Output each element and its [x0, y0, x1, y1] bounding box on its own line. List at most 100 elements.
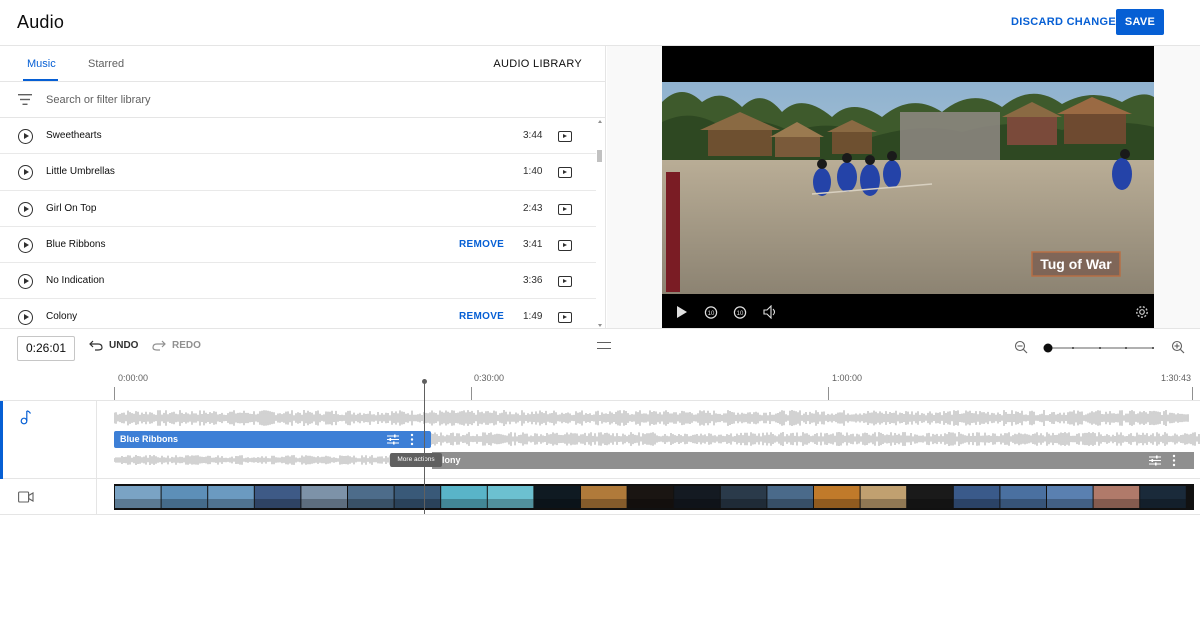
track-list: Sweethearts 3:44 Little Umbrellas 1:40 G… [0, 118, 596, 328]
track-name: Colony [46, 311, 78, 323]
svg-text:10: 10 [708, 311, 715, 317]
open-video-icon[interactable] [558, 276, 572, 288]
adjust-icon[interactable] [1148, 455, 1162, 466]
redo-icon [152, 340, 166, 351]
video-player[interactable]: Tug of War 10 10 [662, 46, 1154, 328]
scroll-down-arrow-icon[interactable] [598, 324, 602, 327]
svg-text:10: 10 [737, 311, 744, 317]
tab-starred[interactable]: Starred [88, 58, 124, 70]
save-button[interactable]: SAVE [1116, 9, 1164, 35]
ruler-tick [114, 387, 115, 400]
track-duration: 3:41 [523, 238, 543, 250]
library-search-row [0, 82, 605, 118]
track-name: Little Umbrellas [46, 166, 115, 178]
ruler-tick-label: 0:30:00 [474, 373, 505, 383]
active-tab-indicator [23, 79, 58, 81]
more-vert-icon[interactable] [410, 433, 414, 446]
video-track-header [0, 479, 97, 515]
rewind-10-icon[interactable]: 10 [704, 305, 718, 319]
gear-icon[interactable] [1135, 305, 1149, 319]
track-name: Sweethearts [46, 130, 102, 141]
video-frame-image: Tug of War [662, 82, 1154, 294]
clip-label: lony [442, 455, 461, 465]
page-title: Audio [17, 12, 65, 32]
audio-track-row: Blue Ribbons lony More actions [0, 401, 1200, 479]
timeline-editor: 0:26:01 UNDO REDO 0:00:00 0:30:00 1:00:0… [0, 328, 1200, 515]
undo-button[interactable]: UNDO [89, 340, 138, 351]
play-icon[interactable] [18, 201, 33, 217]
track-duration: 1:40 [523, 166, 543, 178]
redo-button[interactable]: REDO [152, 340, 201, 351]
music-note-icon [20, 410, 32, 425]
play-icon[interactable] [18, 274, 33, 290]
filter-icon[interactable] [18, 94, 32, 105]
undo-icon [89, 340, 103, 351]
clip-label: Blue Ribbons [120, 434, 178, 444]
adjust-icon[interactable] [386, 434, 400, 445]
ruler-tick [828, 387, 829, 400]
audio-clip-blue-ribbons[interactable]: Blue Ribbons [114, 431, 431, 448]
ruler-tick-label: 0:00:00 [118, 373, 149, 383]
list-item[interactable]: Little Umbrellas 1:40 [0, 154, 596, 191]
video-preview-panel: Tug of War 10 10 [607, 46, 1200, 328]
more-vert-icon[interactable] [1172, 454, 1176, 467]
play-icon[interactable] [18, 310, 33, 326]
open-video-icon[interactable] [558, 312, 572, 324]
active-track-indicator [0, 401, 3, 479]
search-input[interactable] [46, 91, 446, 109]
open-video-icon[interactable] [558, 203, 572, 215]
audio-library-panel: Music Starred AUDIO LIBRARY Sweethearts … [0, 46, 606, 328]
scroll-up-arrow-icon[interactable] [598, 120, 602, 123]
zoom-slider[interactable] [1014, 340, 1192, 356]
scrollbar-thumb[interactable] [597, 150, 602, 162]
list-item[interactable]: Colony REMOVE 1:49 [0, 299, 596, 328]
redo-label: REDO [172, 340, 201, 351]
ruler-tick [471, 387, 472, 400]
more-actions-tooltip: More actions [390, 453, 442, 467]
volume-icon[interactable] [763, 305, 778, 319]
list-item[interactable]: Sweethearts 3:44 [0, 118, 596, 155]
video-camera-icon [18, 491, 34, 503]
video-overlay-text: Tug of War [1040, 256, 1112, 272]
discard-changes-button[interactable]: DISCARD CHANGES [1011, 16, 1124, 28]
tab-music[interactable]: Music [27, 58, 56, 70]
open-video-icon[interactable] [558, 239, 572, 251]
play-icon[interactable] [18, 129, 33, 144]
audio-clip-colony[interactable]: lony [432, 452, 1194, 469]
list-item[interactable]: Blue Ribbons REMOVE 3:41 [0, 227, 596, 264]
header-bar: Audio DISCARD CHANGES SAVE [0, 0, 1200, 46]
timecode-field[interactable]: 0:26:01 [17, 336, 75, 361]
panel-resize-handle[interactable] [597, 342, 611, 349]
forward-10-icon[interactable]: 10 [733, 305, 747, 319]
track-duration: 2:43 [523, 202, 543, 214]
open-video-icon[interactable] [558, 167, 572, 179]
zoom-out-icon[interactable] [1014, 340, 1028, 354]
play-icon[interactable] [676, 305, 688, 319]
ruler-tick [1192, 387, 1193, 400]
timeline-ruler[interactable]: 0:00:00 0:30:00 1:00:00 1:30:43 [0, 369, 1200, 401]
video-track-row [0, 479, 1200, 515]
track-name: Girl On Top [46, 202, 97, 214]
audio-track-header [0, 401, 97, 479]
track-name: No Indication [46, 275, 105, 287]
play-icon[interactable] [18, 237, 33, 253]
ruler-tick-label: 1:30:43 [1161, 373, 1192, 383]
playhead-handle[interactable] [422, 379, 427, 384]
open-video-icon[interactable] [558, 131, 572, 142]
list-item[interactable]: Girl On Top 2:43 [0, 191, 596, 227]
video-controls: 10 10 [662, 296, 1154, 328]
zoom-slider-knob[interactable] [1043, 343, 1053, 353]
video-filmstrip[interactable] [114, 484, 1194, 510]
remove-button[interactable]: REMOVE [459, 311, 504, 322]
play-icon[interactable] [18, 165, 33, 181]
undo-label: UNDO [109, 340, 139, 351]
remove-button[interactable]: REMOVE [459, 239, 504, 250]
ruler-tick-label: 1:00:00 [832, 373, 863, 383]
playhead-line[interactable] [424, 379, 425, 514]
list-item[interactable]: No Indication 3:36 [0, 263, 596, 300]
zoom-in-icon[interactable] [1171, 340, 1185, 354]
library-scrollbar[interactable] [597, 120, 603, 328]
track-duration: 3:44 [523, 130, 543, 141]
track-duration: 1:49 [523, 311, 543, 323]
audio-library-link[interactable]: AUDIO LIBRARY [493, 58, 582, 70]
